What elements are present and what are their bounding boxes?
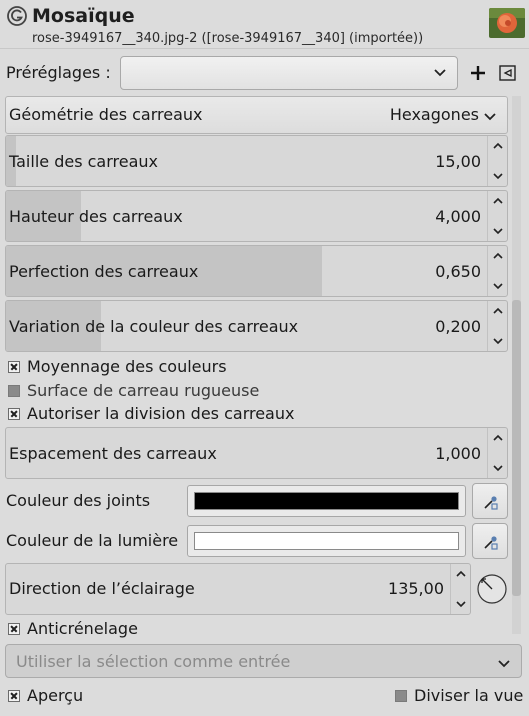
joint-color-swatch — [194, 492, 459, 510]
chevron-up-icon[interactable] — [493, 251, 503, 261]
checkbox-rough-surface[interactable]: Surface de carreau rugueuse — [8, 381, 259, 401]
checkbox-label: Diviser la vue — [414, 686, 524, 705]
slider-label: Hauteur des carreaux — [9, 207, 183, 226]
chevron-up-icon[interactable] — [493, 306, 503, 316]
checkbox-preview[interactable]: Aperçu — [8, 686, 83, 706]
checkbox-label: Moyennage des couleurs — [27, 357, 227, 376]
spin-buttons[interactable] — [487, 191, 507, 241]
checkbox-box[interactable] — [395, 690, 407, 702]
chevron-down-icon[interactable] — [493, 226, 503, 236]
spin-buttons[interactable] — [487, 301, 507, 351]
slider-value[interactable]: 0,650 — [435, 262, 481, 282]
joint-color-label: Couleur des joints — [6, 491, 151, 510]
slider-value[interactable]: 1,000 — [435, 444, 481, 464]
header-divider — [0, 48, 529, 49]
chevron-down-icon[interactable] — [493, 336, 503, 346]
slider-value[interactable]: 0,200 — [435, 317, 481, 337]
light-color-picker-button[interactable] — [472, 523, 508, 559]
eyedropper-icon — [484, 536, 498, 550]
slider-label: Variation de la couleur des carreaux — [9, 317, 299, 336]
geometry-dropdown[interactable]: Géométrie des carreaux Hexagones — [5, 96, 508, 134]
chevron-down-icon — [484, 113, 496, 121]
light-color-button[interactable] — [187, 525, 466, 557]
checkbox-box[interactable] — [8, 623, 20, 635]
presets-label: Préréglages : — [6, 63, 111, 82]
checkbox-color-averaging[interactable]: Moyennage des couleurs — [8, 357, 227, 377]
use-selection-label: Utiliser la sélection comme entrée — [16, 652, 291, 671]
slider-label: Taille des carreaux — [9, 152, 158, 171]
chevron-down-icon — [434, 69, 446, 77]
slider-tile-spacing[interactable]: Espacement des carreaux 1,000 — [5, 427, 508, 479]
slider-label: Direction de l’éclairage — [9, 579, 195, 598]
spin-buttons[interactable] — [450, 564, 470, 614]
scrollbar-thumb[interactable] — [512, 300, 521, 596]
plus-icon — [471, 66, 485, 80]
light-color-swatch — [194, 532, 459, 550]
geometry-value: Hexagones — [389, 105, 479, 124]
checkbox-label: Aperçu — [27, 686, 84, 705]
rose-image-thumbnail — [489, 8, 525, 38]
use-selection-dropdown: Utiliser la sélection comme entrée — [5, 644, 522, 678]
chevron-up-icon[interactable] — [456, 569, 466, 579]
slider-light-direction[interactable]: Direction de l’éclairage 135,00 — [5, 563, 471, 615]
slider-label: Perfection des carreaux — [9, 262, 199, 281]
presets-menu-button[interactable] — [497, 62, 519, 84]
triangle-left-menu-icon — [499, 65, 516, 81]
slider-value[interactable]: 15,00 — [435, 152, 481, 172]
checkbox-box[interactable] — [8, 408, 20, 420]
geometry-label: Géométrie des carreaux — [9, 105, 203, 124]
add-preset-button[interactable] — [466, 60, 490, 86]
light-color-label: Couleur de la lumière — [6, 531, 179, 550]
checkbox-split-view[interactable]: Diviser la vue — [395, 686, 523, 706]
chevron-down-icon[interactable] — [493, 463, 503, 473]
slider-tile-height[interactable]: Hauteur des carreaux 4,000 — [5, 190, 508, 242]
checkbox-allow-split[interactable]: Autoriser la division des carreaux — [8, 404, 294, 424]
slider-value[interactable]: 4,000 — [435, 207, 481, 227]
slider-color-variation[interactable]: Variation de la couleur des carreaux 0,2… — [5, 300, 508, 352]
chevron-up-icon[interactable] — [493, 433, 503, 443]
checkbox-box[interactable] — [8, 690, 20, 702]
checkbox-label: Autoriser la division des carreaux — [27, 404, 295, 423]
checkbox-label: Anticrénelage — [27, 619, 138, 638]
checkbox-label: Surface de carreau rugueuse — [27, 381, 260, 400]
gimp-icon — [6, 5, 28, 27]
chevron-down-icon[interactable] — [493, 281, 503, 291]
slider-value[interactable]: 135,00 — [388, 579, 444, 599]
dialog-title: Mosaïque — [32, 5, 135, 27]
direction-dial[interactable] — [476, 573, 508, 605]
chevron-up-icon[interactable] — [493, 196, 503, 206]
spin-buttons[interactable] — [487, 428, 507, 478]
slider-label: Espacement des carreaux — [9, 444, 217, 463]
slider-tile-size[interactable]: Taille des carreaux 15,00 — [5, 135, 508, 187]
presets-dropdown[interactable] — [120, 56, 458, 90]
checkbox-antialiasing[interactable]: Anticrénelage — [8, 619, 138, 639]
joint-color-button[interactable] — [187, 485, 466, 517]
checkbox-box[interactable] — [8, 361, 20, 373]
spin-buttons[interactable] — [487, 136, 507, 186]
chevron-down-icon[interactable] — [456, 599, 466, 609]
image-subtitle: rose-3949167__340.jpg-2 ([rose-3949167__… — [32, 31, 424, 46]
chevron-up-icon[interactable] — [493, 141, 503, 151]
eyedropper-icon — [484, 496, 498, 510]
joint-color-picker-button[interactable] — [472, 483, 508, 519]
chevron-down-icon[interactable] — [493, 171, 503, 181]
spin-buttons[interactable] — [487, 246, 507, 296]
chevron-down-icon — [498, 660, 510, 668]
slider-tile-neatness[interactable]: Perfection des carreaux 0,650 — [5, 245, 508, 297]
checkbox-box[interactable] — [8, 385, 20, 397]
